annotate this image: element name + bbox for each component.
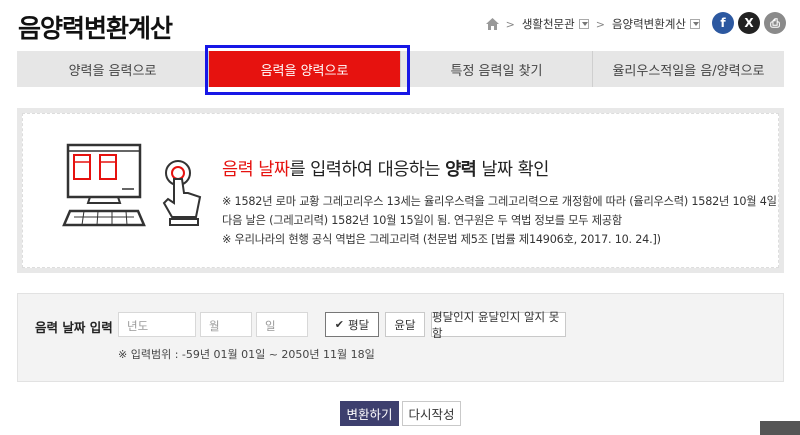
print-icon[interactable]: ⎙	[764, 12, 786, 34]
normal-month-button[interactable]: ✔ 평달	[325, 312, 379, 337]
home-icon[interactable]	[485, 18, 499, 30]
chevron-down-icon[interactable]	[690, 19, 700, 29]
tab-lunar-to-solar[interactable]: 음력을 양력으로	[209, 51, 401, 87]
x-icon[interactable]: X	[738, 12, 760, 34]
month-input[interactable]: 월	[200, 312, 252, 337]
day-input[interactable]: 일	[256, 312, 308, 337]
convert-button[interactable]: 변환하기	[340, 401, 399, 426]
check-icon: ✔	[334, 318, 345, 331]
tab-find-lunar-day[interactable]: 특정 음력일 찾기	[401, 51, 593, 87]
page-title: 음양력변환계산	[18, 14, 173, 43]
social-share: f X ⎙	[712, 12, 786, 34]
breadcrumb: > 생활천문관 > 음양력변환계산	[485, 16, 700, 32]
facebook-icon[interactable]: f	[712, 12, 734, 34]
tab-solar-to-lunar[interactable]: 양력을 음력으로	[17, 51, 209, 87]
breadcrumb-item-1[interactable]: 생활천문관	[522, 16, 575, 32]
info-panel: 음력 날짜를 입력하여 대응하는 양력 날짜 확인 ※ 1582년 로마 교황 …	[17, 108, 784, 273]
leap-month-button[interactable]: 윤달	[385, 312, 425, 337]
tab-julian-day[interactable]: 율리우스적일을 음/양력으로	[593, 51, 784, 87]
year-input[interactable]: 년도	[118, 312, 196, 337]
reset-button[interactable]: 다시작성	[402, 401, 461, 426]
chevron-right-icon: >	[505, 17, 515, 31]
info-heading: 음력 날짜를 입력하여 대응하는 양력 날짜 확인	[222, 160, 549, 180]
chevron-right-icon: >	[595, 17, 605, 31]
info-note-2: 다음 날은 (그레고리력) 1582년 10월 15일이 됨. 연구원은 두 역…	[222, 214, 622, 227]
tab-bar: 양력을 음력으로 음력을 양력으로 특정 음력일 찾기 율리우스적일을 음/양력…	[17, 51, 784, 87]
chevron-down-icon[interactable]	[578, 19, 589, 29]
monitor-touch-icon	[62, 143, 202, 227]
form-label: 음력 날짜 입력	[35, 320, 113, 335]
input-range-note: ※ 입력범위 : -59년 01월 01일 ~ 2050년 11월 18일	[118, 348, 375, 361]
info-note-3: ※ 우리나라의 현행 공식 역법은 그레고리력 (천문법 제5조 [법률 제14…	[222, 233, 661, 246]
info-note-1: ※ 1582년 로마 교황 그레고리우스 13세는 율리우스력을 그레고리력으로…	[222, 195, 777, 208]
scroll-top-button[interactable]	[760, 421, 800, 435]
unknown-month-button[interactable]: 평달인지 윤달인지 알지 못함	[431, 310, 566, 340]
lunar-date-form: 음력 날짜 입력 년도 월 일 ✔ 평달 윤달 평달인지 윤달인지 알지 못함 ※…	[17, 293, 784, 382]
breadcrumb-item-2[interactable]: 음양력변환계산	[612, 16, 686, 32]
